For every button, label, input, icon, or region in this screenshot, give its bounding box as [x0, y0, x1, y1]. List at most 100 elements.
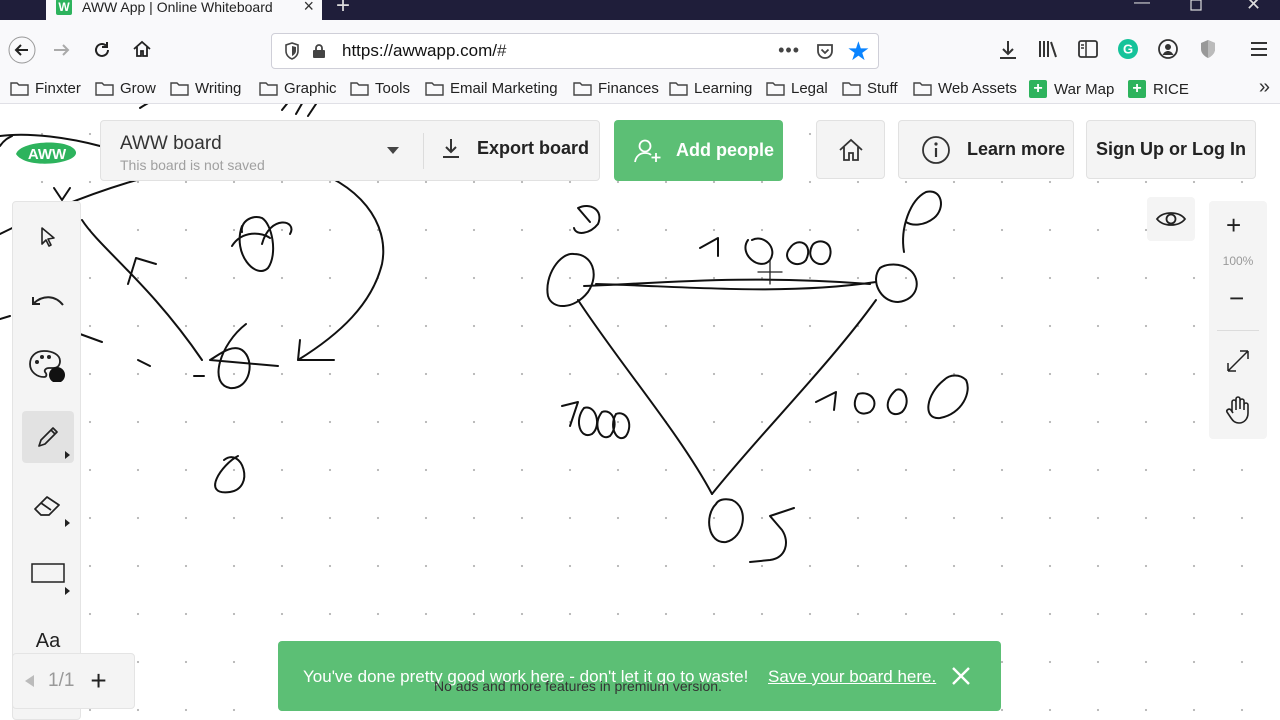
bookmarks-bar: Finxter Grow Writing Graphic Tools Email… [0, 72, 1280, 104]
view-mode-button[interactable] [1147, 197, 1195, 241]
zoom-in-button[interactable]: + [1226, 210, 1241, 241]
svg-text:G: G [1123, 42, 1133, 57]
eraser-tool[interactable] [22, 479, 74, 531]
pocket-icon[interactable] [816, 42, 834, 60]
page-navigator: 1/1 + [12, 653, 135, 709]
extension-shield-icon[interactable] [1199, 39, 1217, 59]
signup-login-button[interactable]: Sign Up or Log In [1086, 120, 1256, 179]
downloads-icon[interactable] [998, 39, 1018, 61]
bookmark-web-assets[interactable]: Web Assets [913, 80, 1017, 97]
home-icon [838, 138, 863, 161]
tab-close-icon[interactable]: × [303, 0, 314, 17]
grammarly-icon[interactable]: G [1118, 39, 1138, 59]
home-icon[interactable] [132, 39, 152, 63]
download-icon [443, 139, 459, 158]
info-icon [922, 135, 950, 164]
folder-icon [350, 82, 369, 96]
submenu-arrow-icon [65, 519, 70, 527]
board-card: AWW board This board is not saved Export… [100, 120, 600, 181]
url-text[interactable]: https://awwapp.com/# [342, 41, 506, 61]
folder-icon [259, 82, 278, 96]
lock-icon[interactable] [312, 43, 326, 59]
green-plus-icon: + [1128, 80, 1146, 98]
back-icon[interactable] [8, 36, 36, 68]
add-people-button[interactable]: Add people [614, 120, 783, 181]
browser-nav-bar: https://awwapp.com/# ••• ★ G [0, 20, 1280, 72]
maximize-window-icon[interactable] [1190, 0, 1202, 16]
folder-icon [425, 82, 444, 96]
add-user-icon [634, 139, 661, 162]
bookmark-writing[interactable]: Writing [170, 80, 241, 97]
save-board-link[interactable]: Save your board here. [768, 667, 936, 687]
bookmark-war-map[interactable]: + War Map [1029, 80, 1114, 98]
bookmark-learning[interactable]: Learning [669, 80, 752, 97]
new-tab-icon[interactable]: + [336, 0, 350, 20]
text-icon: Aa [35, 629, 61, 652]
minimize-window-icon[interactable]: — [1134, 0, 1150, 12]
browser-tab-bar: W AWW App | Online Whiteboard × + — ✕ [0, 0, 1280, 20]
zoom-level: 100% [1222, 254, 1254, 268]
bookmark-finances[interactable]: Finances [573, 80, 659, 97]
shape-tool[interactable] [22, 547, 74, 599]
folder-icon [10, 82, 29, 96]
sidebar-icon[interactable] [1078, 40, 1098, 58]
bookmark-grow[interactable]: Grow [95, 80, 156, 97]
folder-icon [95, 82, 114, 96]
premium-note: No ads and more features in premium vers… [434, 678, 722, 694]
fullscreen-icon[interactable] [1224, 347, 1252, 375]
library-icon[interactable] [1038, 39, 1060, 59]
page-actions-icon[interactable]: ••• [778, 40, 800, 61]
close-window-icon[interactable]: ✕ [1246, 0, 1261, 15]
bookmark-tools[interactable]: Tools [350, 80, 410, 97]
pen-tool[interactable] [22, 411, 74, 463]
bookmark-email-marketing[interactable]: Email Marketing [425, 80, 558, 97]
bookmark-stuff[interactable]: Stuff [842, 80, 898, 97]
svg-text:AWW: AWW [28, 146, 67, 163]
forward-icon[interactable] [52, 40, 72, 64]
board-status: This board is not saved [120, 157, 265, 173]
tracking-shield-icon[interactable] [284, 42, 300, 60]
color-tool[interactable] [22, 339, 74, 391]
add-page-button[interactable]: + [90, 667, 106, 695]
bookmark-legal[interactable]: Legal [766, 80, 828, 97]
bookmark-graphic[interactable]: Graphic [259, 80, 337, 97]
bookmark-star-icon[interactable]: ★ [847, 36, 870, 66]
learn-more-button[interactable]: Learn more [898, 120, 1074, 179]
folder-icon [766, 82, 785, 96]
hand-drawing [0, 104, 969, 563]
undo-icon [32, 296, 64, 306]
bookmark-rice[interactable]: + RICE [1128, 80, 1189, 98]
reload-icon[interactable] [92, 40, 112, 64]
menu-icon[interactable] [1250, 41, 1268, 57]
folder-icon [170, 82, 189, 96]
zoom-out-button[interactable]: − [1229, 283, 1244, 314]
green-plus-icon: + [1029, 80, 1047, 98]
select-tool[interactable] [22, 211, 74, 263]
folder-icon [669, 82, 688, 96]
divider [423, 133, 424, 169]
board-dropdown-icon[interactable] [387, 147, 399, 154]
account-icon[interactable] [1158, 39, 1178, 59]
left-toolbar: Aa [12, 201, 81, 720]
aww-favicon-icon: W [56, 0, 72, 15]
browser-tab[interactable]: W AWW App | Online Whiteboard × [46, 0, 322, 20]
eye-icon [1155, 212, 1187, 226]
palette-icon [29, 350, 65, 382]
bookmark-finxter[interactable]: Finxter [10, 80, 81, 97]
pan-hand-icon[interactable] [1225, 396, 1251, 424]
submenu-arrow-icon [65, 587, 70, 595]
folder-icon [842, 82, 861, 96]
cursor-icon [41, 227, 55, 247]
pencil-icon [38, 427, 58, 447]
export-board-button[interactable]: Export board [441, 137, 589, 159]
home-button[interactable] [816, 120, 885, 179]
folder-icon [913, 82, 932, 96]
bookmarks-overflow-icon[interactable]: » [1259, 76, 1270, 99]
close-icon[interactable] [950, 665, 972, 687]
board-name[interactable]: AWW board [120, 133, 222, 155]
url-bar[interactable]: https://awwapp.com/# ••• ★ [271, 33, 879, 69]
aww-logo[interactable]: AWW [12, 134, 80, 174]
previous-page-icon[interactable] [25, 675, 34, 687]
divider [1217, 330, 1259, 331]
undo-tool[interactable] [22, 277, 74, 329]
